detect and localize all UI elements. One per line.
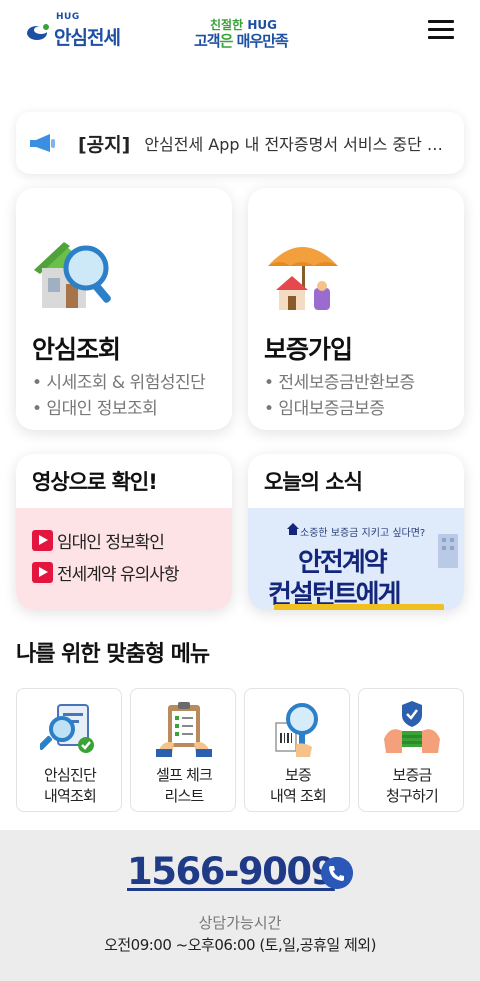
news-banner-highlight — [274, 604, 444, 610]
menu-diagnosis-history[interactable]: 안심진단 내역조회 — [16, 688, 122, 812]
lookup-card[interactable]: 안심조회 • 시세조회 & 위험성진단 • 임대인 정보조회 — [16, 188, 232, 430]
hug-logo[interactable]: HUG 안심전세 — [26, 12, 121, 50]
lookup-item-2: • 임대인 정보조회 — [32, 399, 158, 419]
news-card-title: 오늘의 소식 — [248, 454, 464, 508]
lookup-title: 안심조회 — [32, 335, 121, 364]
guarantee-item-1: • 전세보증금반환보증 — [264, 373, 415, 393]
menu-self-checklist-label: 셀프 체크 리스트 — [156, 766, 213, 805]
menu-self-checklist[interactable]: 셀프 체크 리스트 — [130, 688, 236, 812]
app-header: HUG 안심전세 친절한 HUG 고객은 매우만족 — [0, 0, 480, 64]
menu-diagnosis-history-label: 안심진단 내역조회 — [43, 766, 97, 805]
building-icon — [438, 534, 458, 568]
magnifier-document-icon — [275, 703, 318, 757]
notice-banner[interactable]: [공지] 안심전세 App 내 전자증명서 서비스 중단 안내 — [16, 112, 464, 174]
youtube-play-icon — [32, 562, 53, 583]
video-item-landlord-info[interactable]: 임대인 정보확인 — [32, 528, 165, 553]
call-center-phone-link[interactable]: 1566-9009 — [127, 850, 336, 893]
menu-deposit-claim[interactable]: 보증금 청구하기 — [358, 688, 464, 812]
guarantee-item-2: • 임대보증금보증 — [264, 399, 385, 419]
menu-deposit-claim-label: 보증금 청구하기 — [385, 766, 439, 805]
consult-hours-text: 오전09:00 ~오후06:00 (토,일,공휴일 제외) — [104, 936, 376, 954]
youtube-play-icon — [32, 530, 53, 551]
notice-text: 안심전세 App 내 전자증명서 서비스 중단 안내 — [144, 135, 453, 154]
news-card[interactable]: 오늘의 소식 소중한 보증금 지키고 싶다면? 안전계약 컨설턴트에게 — [248, 454, 464, 610]
video-card-title: 영상으로 확인! — [16, 454, 232, 508]
consult-hours-label: 상담가능시간 — [198, 914, 282, 932]
megaphone-icon — [30, 134, 55, 152]
custom-menu-title: 나를 위한 맞춤형 메뉴 — [16, 642, 210, 667]
menu-guarantee-history-label: 보증 내역 조회 — [270, 766, 327, 805]
video-card: 영상으로 확인! 임대인 정보확인 전세계약 유의사항 — [16, 454, 232, 610]
clipboard-checklist-icon — [156, 702, 212, 757]
money-shield-icon — [384, 701, 440, 753]
notice-tag: [공지] — [78, 133, 131, 156]
hug-logo-mark-icon — [27, 24, 49, 40]
logo-brand-text: 안심전세 — [54, 26, 121, 49]
house-small-icon — [287, 523, 299, 535]
news-banner[interactable]: 소중한 보증금 지키고 싶다면? 안전계약 컨설턴트에게 — [248, 508, 464, 610]
logo-hug-text: HUG — [56, 12, 80, 22]
slogan: 친절한 HUG 고객은 매우만족 — [192, 16, 302, 50]
lookup-item-1: • 시세조회 & 위험성진단 — [32, 373, 206, 393]
guarantee-title: 보증가입 — [264, 335, 353, 364]
phone-call-icon[interactable] — [321, 857, 353, 889]
video-list: 임대인 정보확인 전세계약 유의사항 — [16, 508, 232, 610]
umbrella-house-icon — [268, 247, 338, 310]
news-banner-caption: 소중한 보증금 지키고 싶다면? — [300, 528, 426, 539]
house-magnifier-icon — [34, 242, 111, 308]
hamburger-menu-icon[interactable] — [428, 20, 454, 42]
guarantee-card[interactable]: 보증가입 • 전세보증금반환보증 • 임대보증금보증 — [248, 188, 464, 430]
video-item-contract-notes[interactable]: 전세계약 유의사항 — [32, 560, 180, 585]
slogan-bottom-line: 고객은 매우만족 — [194, 32, 289, 50]
menu-guarantee-history[interactable]: 보증 내역 조회 — [244, 688, 350, 812]
contact-footer: 1566-9009 상담가능시간 오전09:00 ~오후06:00 (토,일,공… — [0, 830, 480, 981]
diagnosis-report-icon — [40, 704, 94, 753]
